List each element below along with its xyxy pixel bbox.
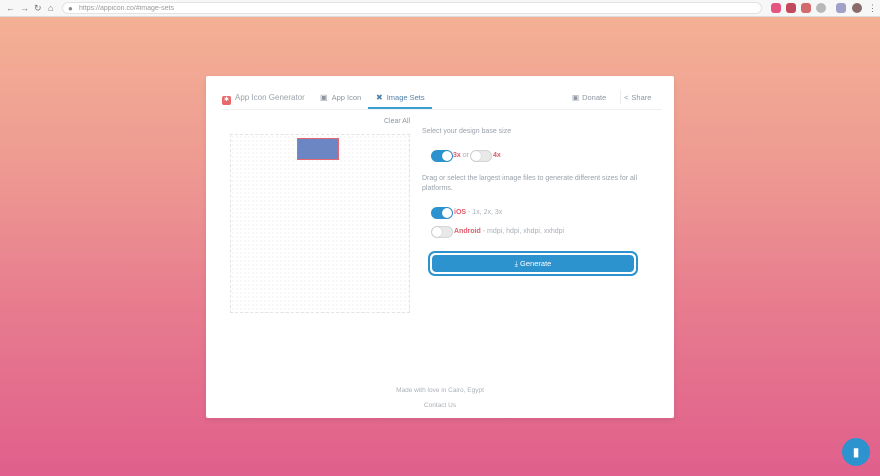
android-sizes: - mdpi, hdpi, xhdpi, xxhdpi [480, 228, 565, 235]
forward-icon[interactable]: → [20, 3, 29, 13]
generate-button[interactable]: ⤓ Generate [428, 251, 638, 276]
toggle-knob [442, 151, 452, 161]
contact-link[interactable]: Contact Us [206, 402, 674, 409]
toggle-4x-label: 4x [493, 152, 501, 159]
share-icon: < [624, 93, 629, 102]
tab-label: Image Sets [386, 93, 425, 102]
share-button[interactable]: < Share [624, 93, 651, 102]
extension-icon[interactable] [771, 3, 781, 13]
tab-image-sets[interactable]: ✖ Image Sets [376, 93, 425, 102]
chat-icon[interactable]: ▮ [842, 438, 870, 466]
tab-app-icon[interactable]: ▣ App Icon [320, 93, 361, 102]
avatar[interactable] [852, 3, 862, 13]
home-icon[interactable]: ⌂ [48, 3, 53, 13]
base-size-label: Select your design base size [422, 128, 512, 135]
extension-icon[interactable] [816, 3, 826, 13]
donate-icon: ▣ [572, 93, 580, 102]
toggle-ios[interactable] [431, 207, 453, 219]
brand-title: App Icon Generator [235, 93, 305, 102]
extension-icon[interactable] [801, 3, 811, 13]
brand[interactable]: ✱ App Icon Generator [222, 93, 305, 105]
uploaded-image-preview [297, 138, 339, 160]
toggle-3x[interactable] [431, 150, 453, 162]
toggle-knob [432, 227, 442, 237]
address-bar[interactable]: ● https://appicon.co/#image-sets [62, 2, 762, 14]
share-label: Share [631, 93, 652, 102]
toggle-3x-label: 3x or [453, 152, 469, 159]
app-icon-tab-icon: ▣ [320, 93, 328, 102]
browser-toolbar: ← → ↻ ⌂ ● https://appicon.co/#image-sets… [0, 0, 880, 17]
android-label: Android - mdpi, hdpi, xhdpi, xxhdpi [454, 228, 564, 235]
or-text: or [462, 152, 469, 159]
clear-all-button[interactable]: Clear All [384, 118, 410, 125]
back-icon[interactable]: ← [6, 3, 15, 13]
lock-icon: ● [68, 4, 73, 13]
ios-title: iOS [454, 209, 467, 216]
android-title: Android [454, 228, 481, 235]
main-card: ✱ App Icon Generator ▣ App Icon ✖ Image Set… [206, 76, 674, 418]
opt-3x-text: 3x [453, 152, 461, 159]
header-divider [222, 109, 662, 110]
donate-button[interactable]: ▣ Donate [572, 93, 606, 102]
toggle-knob [471, 151, 481, 161]
toggle-4x[interactable] [470, 150, 492, 162]
image-sets-tab-icon: ✖ [376, 93, 383, 102]
extension-icon[interactable] [786, 3, 796, 13]
app-logo-icon: ✱ [222, 96, 231, 105]
tab-label: App Icon [331, 93, 362, 102]
image-drop-zone[interactable] [230, 134, 410, 313]
footer-credit: Made with love in Cairo, Egypt [396, 387, 484, 394]
toggle-knob [442, 208, 452, 218]
menu-icon[interactable]: ⋮ [868, 3, 877, 13]
extension-icon[interactable] [836, 3, 846, 13]
ios-label: iOS - 1x, 2x, 3x [454, 209, 502, 216]
url-text: https://appicon.co/#image-sets [79, 5, 174, 12]
divider [620, 90, 621, 104]
donate-label: Donate [582, 93, 607, 102]
drag-instructions: Drag or select the largest image files t… [422, 175, 638, 192]
reload-icon[interactable]: ↻ [34, 3, 42, 13]
generate-label: ⤓ Generate [432, 255, 634, 272]
toggle-android[interactable] [431, 226, 453, 238]
ios-sizes: - 1x, 2x, 3x [466, 209, 503, 216]
